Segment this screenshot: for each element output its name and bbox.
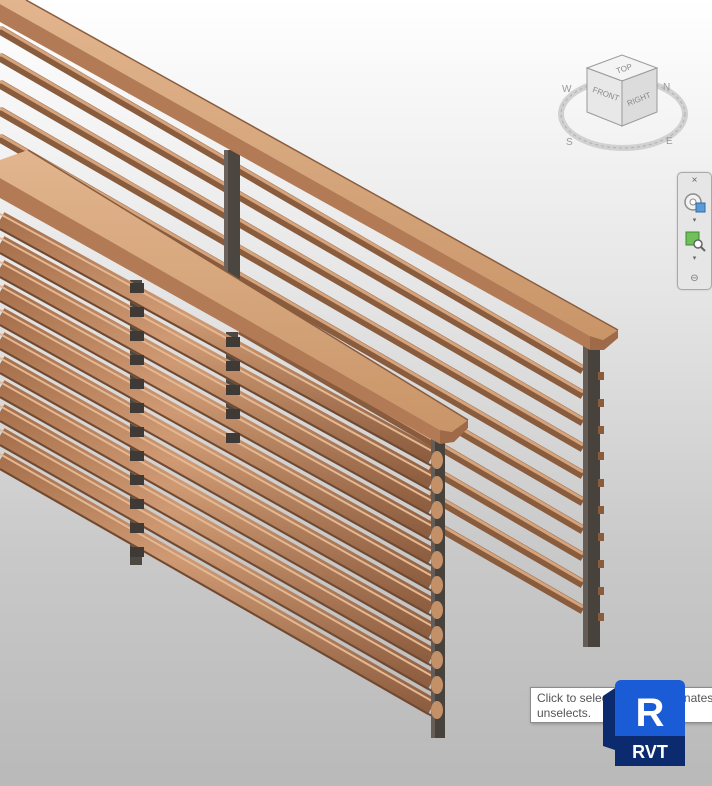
viewcube-compass-s[interactable]: S (566, 137, 573, 148)
steering-wheel-icon[interactable] (678, 191, 711, 215)
steering-wheel-dropdown-icon[interactable]: ▾ (678, 215, 711, 225)
navbar-options-icon[interactable]: ⊖ (678, 271, 711, 285)
viewcube-compass-w[interactable]: W (562, 84, 572, 95)
navigation-bar: × ▾ ▾ ⊖ (677, 172, 712, 290)
navbar-close-icon[interactable]: × (678, 174, 711, 186)
viewcube-compass-e[interactable]: E (666, 136, 673, 147)
viewcube-compass-n[interactable]: N (663, 82, 670, 93)
back-railing-end-post[interactable] (583, 342, 604, 647)
viewcube[interactable]: N E S W TOP FRONT RIGHT (556, 52, 690, 162)
rvt-label: RVT (632, 742, 668, 762)
zoom-region-icon[interactable] (678, 229, 711, 253)
revit-logo-letter: R (636, 691, 665, 735)
revit-file-badge: R RVT (603, 680, 688, 766)
front-railing-end-post[interactable] (431, 433, 445, 738)
zoom-dropdown-icon[interactable]: ▾ (678, 253, 711, 263)
